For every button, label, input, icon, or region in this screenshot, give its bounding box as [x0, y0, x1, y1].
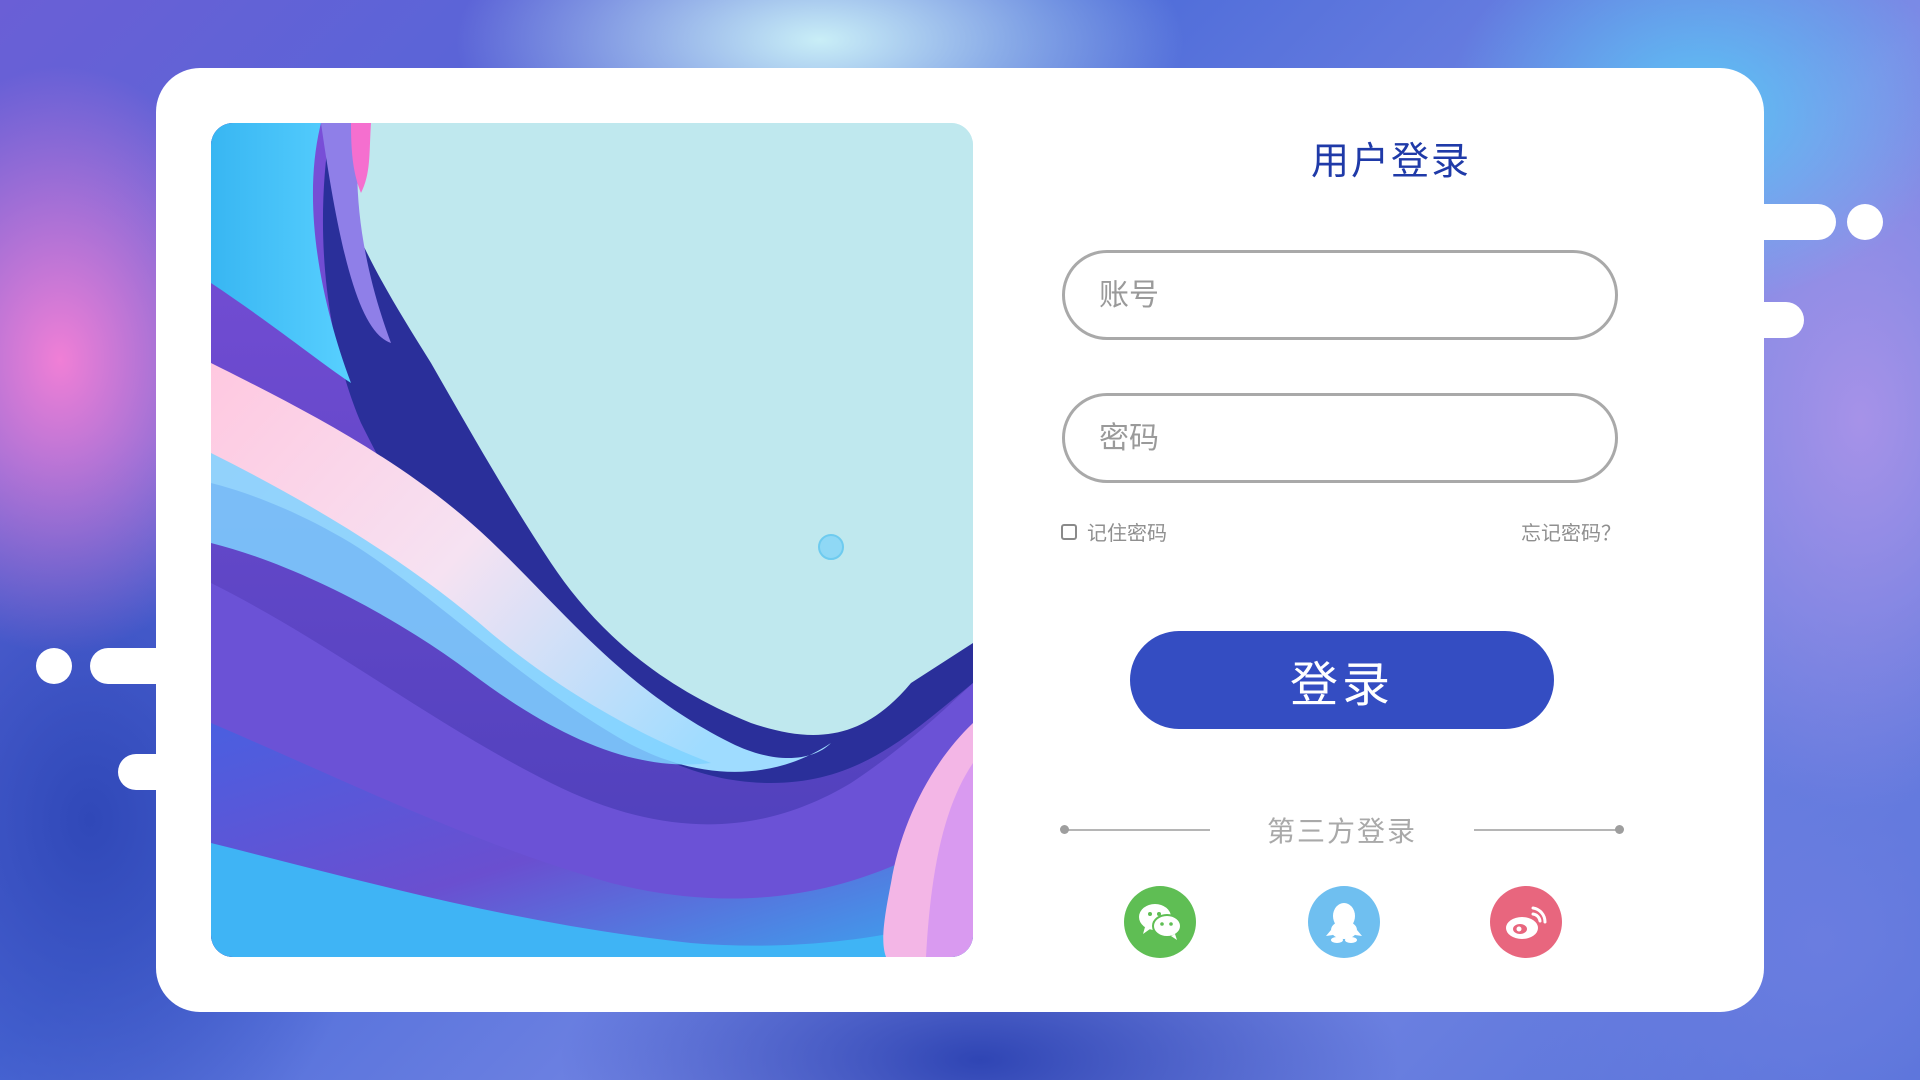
qq-icon [1326, 903, 1362, 943]
remember-label: 记住密码 [1087, 521, 1167, 545]
wechat-icon [1139, 904, 1182, 940]
third-party-label: 第三方登录 [1266, 815, 1417, 848]
forgot-password-link[interactable]: 忘记密码？ [1521, 517, 1621, 546]
login-card: 用户登录 记住密码 忘记密码？ 登录 第三方登录 [156, 68, 1764, 1012]
abstract-wave-illustration [211, 123, 973, 957]
account-input[interactable] [1065, 253, 1615, 337]
remember-password-option[interactable]: 记住密码 [1061, 517, 1167, 546]
login-options: 记住密码 忘记密码？ [1061, 517, 1621, 547]
weibo-icon [1506, 906, 1547, 939]
decor-dot-right [1847, 204, 1883, 240]
wechat-login-button[interactable] [1124, 886, 1196, 958]
page-title: 用户登录 [1310, 139, 1471, 183]
login-button[interactable]: 登录 [1130, 631, 1554, 729]
password-input[interactable] [1065, 396, 1615, 480]
account-field[interactable] [1062, 250, 1618, 340]
illustration-panel [211, 123, 973, 957]
remember-checkbox[interactable] [1061, 523, 1077, 540]
weibo-login-button[interactable] [1490, 886, 1562, 958]
login-form: 用户登录 记住密码 忘记密码？ 登录 第三方登录 [1046, 68, 1716, 1012]
third-party-divider: 第三方登录 [1060, 810, 1624, 850]
decor-dot-left [36, 648, 72, 684]
qq-login-button[interactable] [1308, 886, 1380, 958]
password-field[interactable] [1062, 393, 1618, 483]
